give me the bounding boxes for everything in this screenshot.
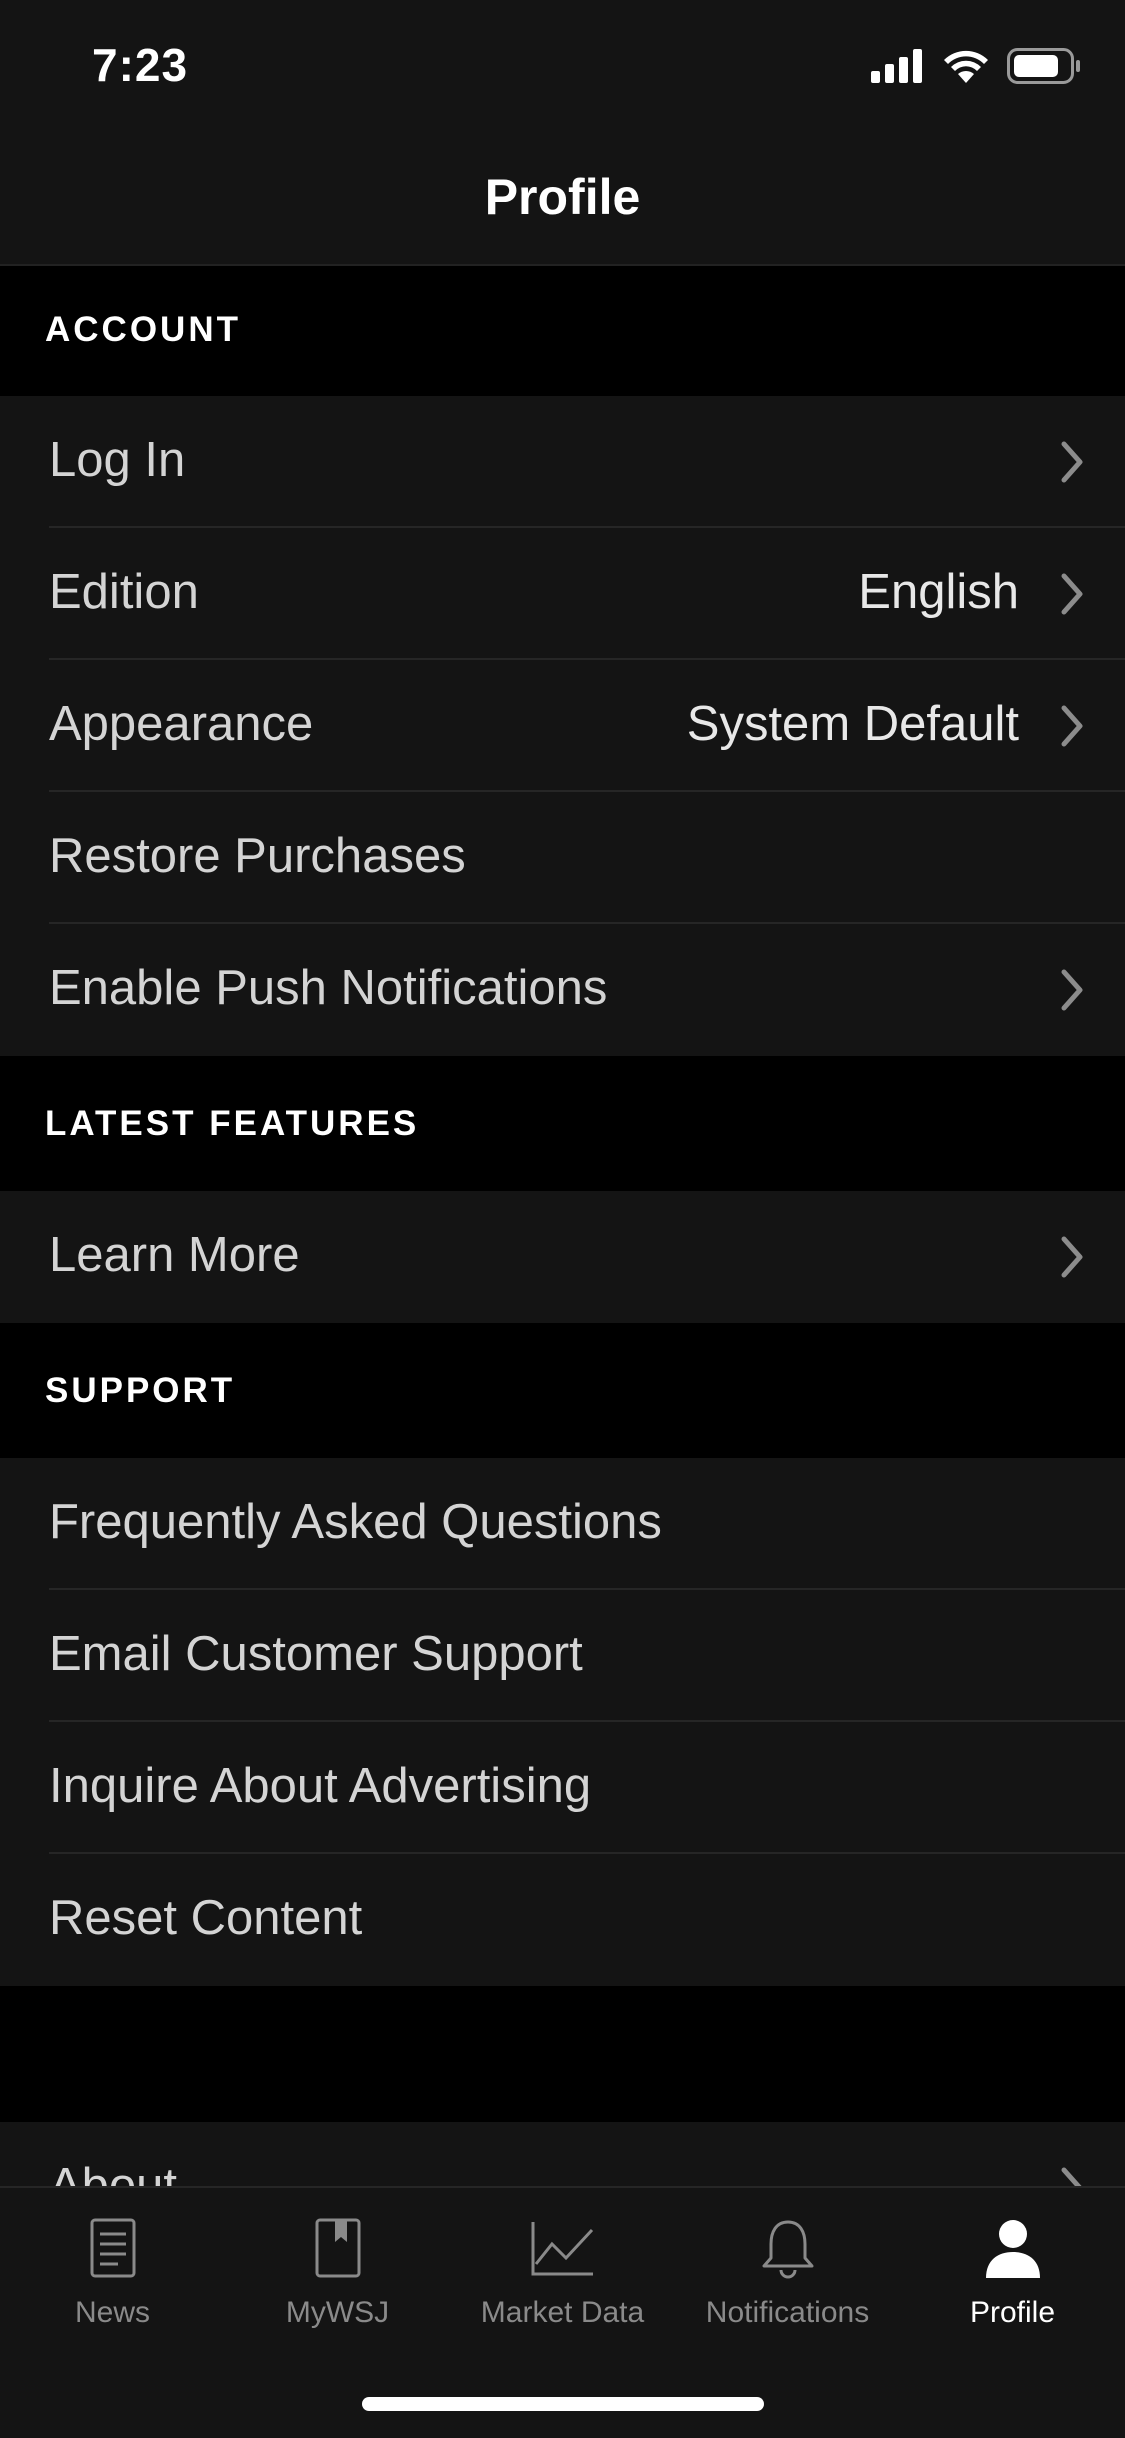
login-row[interactable]: Log In: [0, 396, 1125, 528]
line-chart-icon: [531, 2222, 593, 2276]
tab-label: MyWSJ: [285, 2296, 390, 2329]
restore-purchases-row[interactable]: Restore Purchases: [0, 792, 1125, 924]
row-label: Restore Purchases: [49, 829, 466, 883]
row-label: Inquire About Advertising: [49, 1759, 592, 1813]
tab-market-data[interactable]: Market Data: [450, 2188, 675, 2338]
tab-label: News: [74, 2296, 150, 2329]
learn-more-row[interactable]: Learn More: [0, 1191, 1125, 1323]
email-support-row[interactable]: Email Customer Support: [0, 1590, 1125, 1722]
section-header-latest-features: LATEST FEATURES: [0, 1056, 1125, 1191]
edition-row[interactable]: Edition English: [0, 528, 1125, 660]
edition-value: English: [858, 565, 1019, 619]
row-label: Reset Content: [49, 1891, 363, 1945]
section-label: ACCOUNT: [45, 310, 241, 349]
person-icon: [985, 2220, 1040, 2278]
faq-row[interactable]: Frequently Asked Questions: [0, 1458, 1125, 1590]
status-bar: 7:23: [0, 0, 1125, 132]
chevron-right-icon: [1061, 573, 1083, 615]
nav-header: Profile: [0, 132, 1125, 266]
battery-icon: [1007, 48, 1080, 84]
chevron-right-icon: [1061, 705, 1083, 747]
row-label: Edition: [49, 565, 199, 619]
row-label: Appearance: [49, 697, 314, 751]
home-indicator: [362, 2397, 764, 2411]
tab-label: Notifications: [705, 2296, 870, 2329]
tab-mywsj[interactable]: MyWSJ: [225, 2188, 450, 2338]
row-label: Email Customer Support: [49, 1627, 583, 1681]
status-icons: [871, 48, 1081, 84]
tab-profile[interactable]: Profile: [900, 2188, 1125, 2338]
page-title: Profile: [484, 169, 641, 225]
section-label: SUPPORT: [45, 1371, 236, 1410]
chevron-right-icon: [1061, 441, 1083, 483]
status-time: 7:23: [92, 39, 189, 91]
reset-content-row[interactable]: Reset Content: [0, 1854, 1125, 1986]
bell-icon: [762, 2220, 813, 2279]
section-header-support: SUPPORT: [0, 1323, 1125, 1458]
row-label: Enable Push Notifications: [49, 961, 608, 1015]
appearance-value: System Default: [686, 697, 1019, 751]
tab-label: Market Data: [480, 2296, 645, 2329]
row-label: Log In: [49, 433, 186, 487]
cellular-signal-icon: [871, 49, 922, 83]
bookmark-book-icon: [315, 2218, 360, 2278]
tab-label: Profile: [969, 2296, 1056, 2329]
push-notifications-row[interactable]: Enable Push Notifications: [0, 924, 1125, 1056]
row-label: Learn More: [49, 1228, 300, 1282]
tab-news[interactable]: News: [0, 2188, 225, 2338]
tab-notifications[interactable]: Notifications: [675, 2188, 900, 2338]
chevron-right-icon: [1061, 1236, 1083, 1278]
chevron-right-icon: [1061, 969, 1083, 1011]
appearance-row[interactable]: Appearance System Default: [0, 660, 1125, 792]
section-label: LATEST FEATURES: [45, 1104, 420, 1143]
advertising-row[interactable]: Inquire About Advertising: [0, 1722, 1125, 1854]
newspaper-icon: [90, 2218, 135, 2278]
section-header-account: ACCOUNT: [0, 266, 1125, 396]
row-label: Frequently Asked Questions: [49, 1495, 662, 1549]
wifi-icon: [944, 50, 988, 83]
